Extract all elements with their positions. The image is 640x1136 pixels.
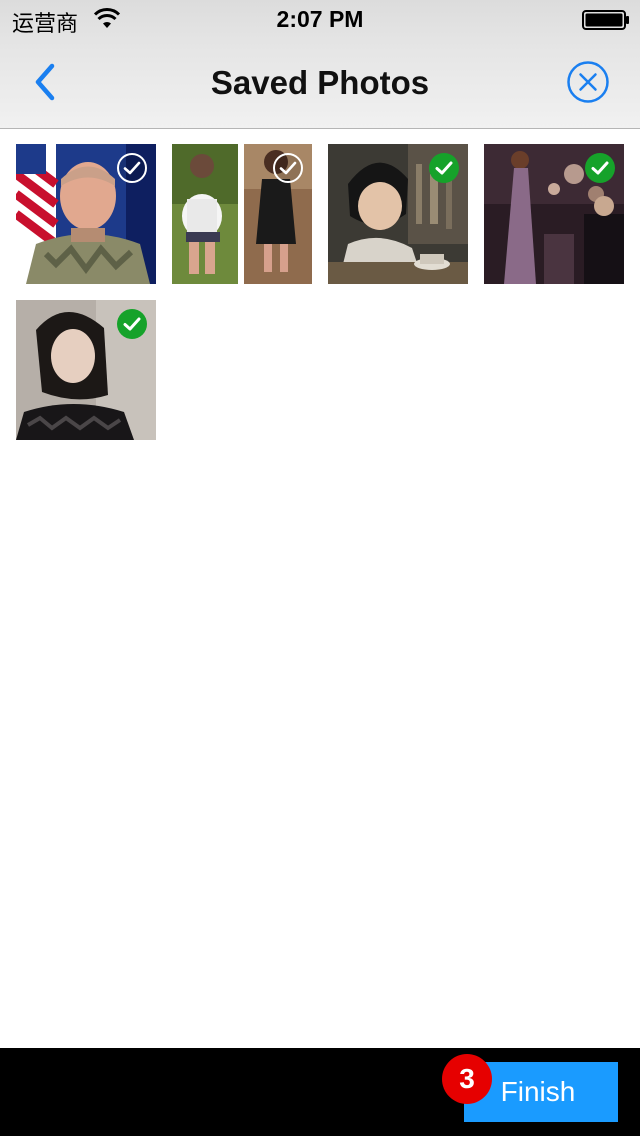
navigation-bar: Saved Photos	[0, 40, 640, 129]
checkmark-outline-icon	[273, 153, 303, 183]
photo-thumbnail[interactable]	[328, 144, 468, 284]
checkmark-selected-icon	[117, 309, 147, 339]
selected-count-badge: 3	[442, 1054, 492, 1104]
close-button[interactable]	[566, 60, 610, 104]
photo-thumbnail[interactable]	[172, 144, 312, 284]
close-circle-icon	[567, 61, 609, 103]
status-bar: 运营商 2:07 PM	[0, 0, 640, 40]
photo-thumbnail[interactable]	[16, 300, 156, 440]
photo-thumbnail[interactable]	[484, 144, 624, 284]
status-time: 2:07 PM	[276, 6, 364, 32]
battery-icon	[582, 10, 629, 30]
checkmark-outline-icon	[117, 153, 147, 183]
checkmark-selected-icon	[585, 153, 615, 183]
bottom-toolbar: Finish 3	[0, 1048, 640, 1136]
checkmark-selected-icon	[429, 153, 459, 183]
page-title: Saved Photos	[210, 64, 430, 101]
photo-thumbnail[interactable]	[16, 144, 156, 284]
